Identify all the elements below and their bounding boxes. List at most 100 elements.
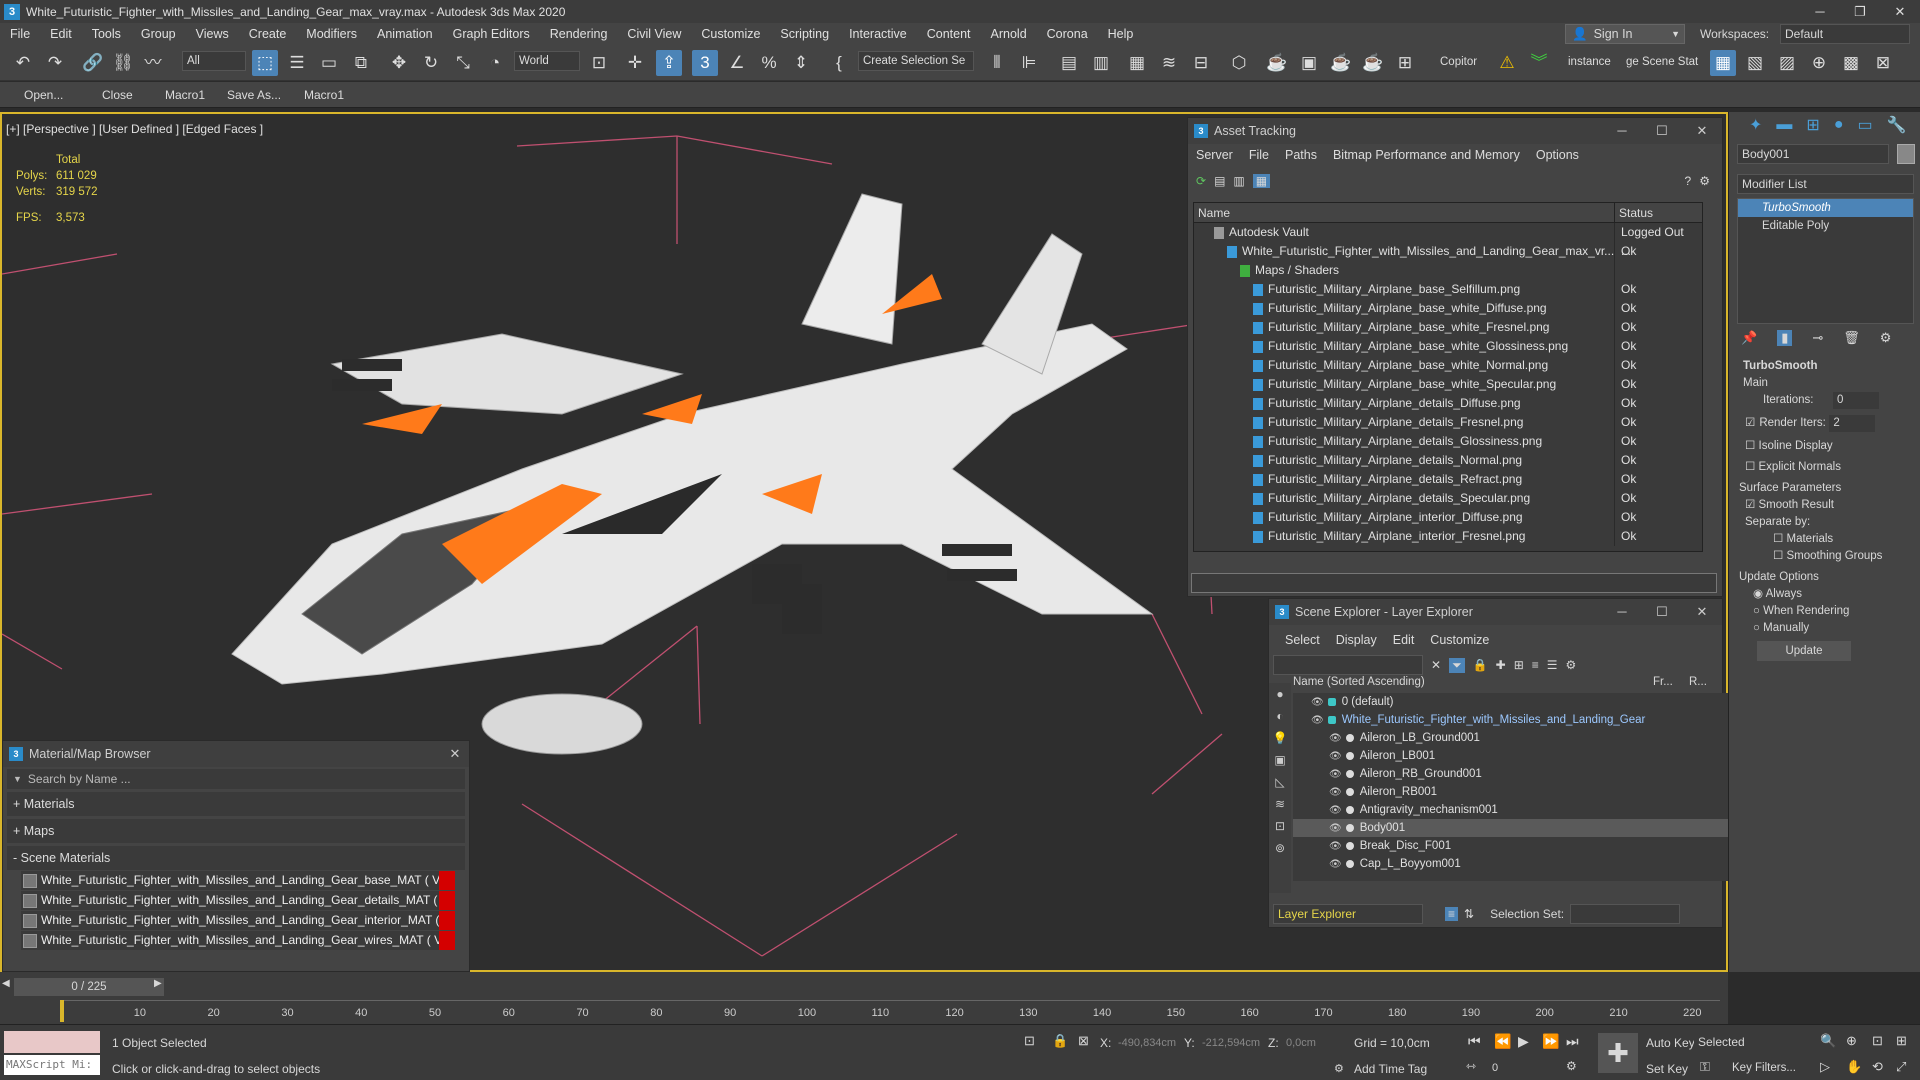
curve-editor-icon[interactable]: ≋ <box>1156 50 1182 76</box>
scene-explorer-icon[interactable]: ▤ <box>1056 50 1082 76</box>
close-icon[interactable]: ✕ <box>441 741 469 767</box>
lock-icon[interactable]: 🔒 <box>1473 658 1488 672</box>
maps-section[interactable]: + Maps <box>7 819 465 843</box>
add-time-tag-button[interactable]: Add Time Tag <box>1354 1062 1427 1076</box>
ribbon-icon[interactable]: ▦ <box>1124 50 1150 76</box>
minimize-icon[interactable]: ─ <box>1602 599 1642 625</box>
menu-file[interactable]: File <box>0 23 40 45</box>
spinner-snap-icon[interactable]: ⇕ <box>788 50 814 76</box>
time-tag-icon[interactable]: ⚙ <box>1334 1062 1344 1075</box>
maximize-icon[interactable]: ☐ <box>1642 118 1682 144</box>
list-item[interactable]: 👁 Break_Disc_F001 <box>1293 837 1733 855</box>
menu-civil-view[interactable]: Civil View <box>617 23 691 45</box>
unlink-icon[interactable]: ⛓ <box>110 50 136 76</box>
list-item[interactable]: 👁 Aileron_RB_Ground001 <box>1293 765 1733 783</box>
visibility-eye-icon[interactable]: 👁 <box>1311 697 1324 708</box>
separate-materials-checkbox[interactable]: ☐ Materials <box>1733 531 1916 548</box>
toolbar-extra-2-icon[interactable]: ▧ <box>1742 50 1768 76</box>
list-view-icon[interactable]: ▤ <box>1214 174 1225 188</box>
menu-modifiers[interactable]: Modifiers <box>296 23 367 45</box>
minimize-icon[interactable]: ─ <box>1602 118 1642 144</box>
refresh-icon[interactable]: ⟳ <box>1196 174 1206 188</box>
scene-material-item[interactable]: White_Futuristic_Fighter_with_Missiles_a… <box>21 891 455 910</box>
menu-views[interactable]: Views <box>186 23 239 45</box>
table-row[interactable]: Futuristic_Military_Airplane_details_Ref… <box>1194 470 1702 489</box>
keyboard-shortcut-override-icon[interactable]: ⇪ <box>656 50 682 76</box>
create-tab-icon[interactable]: ✦ <box>1749 115 1762 135</box>
set-key-button[interactable]: Set Key <box>1642 1062 1693 1076</box>
table-row[interactable]: Futuristic_Military_Airplane_interior_Di… <box>1194 508 1702 527</box>
explorer-menu-select[interactable]: Select <box>1277 633 1328 647</box>
snaps-toggle-icon[interactable]: 3 <box>692 50 718 76</box>
table-view-icon[interactable]: ▦ <box>1252 174 1271 188</box>
visibility-eye-icon[interactable]: 👁 <box>1329 805 1342 816</box>
absolute-mode-icon[interactable]: ⊠ <box>1078 1033 1089 1049</box>
viewport-label[interactable]: [+] [Perspective ] [User Defined ] [Edge… <box>6 122 263 136</box>
move-icon[interactable]: ✥ <box>386 50 412 76</box>
link-icon[interactable]: 🔗 <box>80 50 106 76</box>
visibility-eye-icon[interactable]: 👁 <box>1329 769 1342 780</box>
chevron-double-down-icon[interactable]: ︾ <box>1526 50 1552 76</box>
rotate-icon[interactable]: ↻ <box>418 50 444 76</box>
workspace-dropdown[interactable]: Default <box>1780 24 1910 44</box>
table-row[interactable]: Futuristic_Military_Airplane_base_white_… <box>1194 337 1702 356</box>
column-render[interactable]: R... <box>1689 673 1707 691</box>
visibility-eye-icon[interactable]: 👁 <box>1329 733 1342 744</box>
table-row[interactable]: Autodesk Vault Logged Out ... <box>1194 223 1702 258</box>
visibility-eye-icon[interactable]: 👁 <box>1329 823 1342 834</box>
display-shapes-icon[interactable]: ◐ <box>1269 705 1291 727</box>
render-gallery-icon[interactable]: ⊞ <box>1392 50 1418 76</box>
menu-graph-editors[interactable]: Graph Editors <box>443 23 540 45</box>
show-end-result-icon[interactable]: ▮ <box>1777 330 1793 346</box>
modifier-list-dropdown[interactable]: Modifier List <box>1737 174 1914 194</box>
iterations-spinner[interactable]: 0 <box>1833 392 1879 409</box>
macro-open-button[interactable]: Open... <box>24 88 63 102</box>
asset-menu-paths[interactable]: Paths <box>1277 148 1325 162</box>
angle-snap-icon[interactable]: ∠ <box>724 50 750 76</box>
rollout-title[interactable]: TurboSmooth <box>1733 358 1916 375</box>
select-object-icon[interactable]: ⬚ <box>252 50 278 76</box>
table-row[interactable]: White_Futuristic_Fighter_with_Missiles_a… <box>1194 242 1702 261</box>
menu-group[interactable]: Group <box>131 23 186 45</box>
table-row[interactable]: Futuristic_Military_Airplane_base_white_… <box>1194 318 1702 337</box>
mirror-icon[interactable]: ⫴ <box>984 50 1010 76</box>
display-helpers-icon[interactable]: ◺ <box>1269 771 1291 793</box>
y-coordinate-field[interactable]: -212,594cm <box>1200 1033 1260 1053</box>
restore-icon[interactable]: ❐ <box>1840 0 1880 23</box>
asset-path-field[interactable] <box>1191 573 1717 593</box>
selection-filter-dropdown[interactable]: All <box>182 51 246 71</box>
menu-help[interactable]: Help <box>1098 23 1144 45</box>
list-item[interactable]: 👁 Aileron_RB001 <box>1293 783 1733 801</box>
pan-icon[interactable]: ✋ <box>1846 1059 1862 1075</box>
warning-icon[interactable]: ⚠ <box>1494 50 1520 76</box>
select-manipulate-icon[interactable]: ✛ <box>622 50 648 76</box>
zoom-all-icon[interactable]: ⊕ <box>1846 1033 1857 1049</box>
table-row[interactable]: Maps / Shaders <box>1194 261 1702 280</box>
remove-modifier-icon[interactable]: 🗑 <box>1843 330 1860 346</box>
menu-tools[interactable]: Tools <box>82 23 131 45</box>
reference-coord-dropdown[interactable]: World <box>514 51 580 71</box>
visibility-eye-icon[interactable]: 👁 <box>1311 715 1324 726</box>
menu-customize[interactable]: Customize <box>691 23 770 45</box>
play-icon[interactable]: ▶ <box>1518 1033 1529 1050</box>
stack-item-editable-poly[interactable]: Editable Poly <box>1738 217 1913 235</box>
explorer-menu-edit[interactable]: Edit <box>1385 633 1423 647</box>
configure-sets-icon[interactable]: ⚙ <box>1880 330 1892 346</box>
list-item[interactable]: 👁 Body001 <box>1293 819 1733 837</box>
clear-search-icon[interactable]: ✕ <box>1431 658 1441 672</box>
layer-stack-icon[interactable]: ≡ <box>1532 658 1539 672</box>
display-geometry-icon[interactable]: ● <box>1269 683 1291 705</box>
asset-menu-bitmap-performance-and-memory[interactable]: Bitmap Performance and Memory <box>1325 148 1528 162</box>
add-to-layer-icon[interactable]: ⊞ <box>1514 658 1524 672</box>
orbit-icon[interactable]: ⟲ <box>1872 1059 1883 1075</box>
display-spacewarps-icon[interactable]: ≋ <box>1269 793 1291 815</box>
time-config-icon[interactable]: ⚙ <box>1566 1059 1577 1073</box>
scene-material-item[interactable]: White_Futuristic_Fighter_with_Missiles_a… <box>21 871 455 890</box>
layers-icon[interactable]: ☰ <box>1547 658 1558 672</box>
current-frame-field[interactable]: 0 <box>1490 1059 1552 1077</box>
thumbnail-view-icon[interactable]: ▥ <box>1233 174 1244 188</box>
window-crossing-icon[interactable]: ⧉ <box>348 50 374 76</box>
object-color-swatch[interactable] <box>1897 144 1915 164</box>
help-icon[interactable]: ? <box>1685 174 1692 188</box>
display-tab-icon[interactable]: ▭ <box>1857 115 1872 135</box>
